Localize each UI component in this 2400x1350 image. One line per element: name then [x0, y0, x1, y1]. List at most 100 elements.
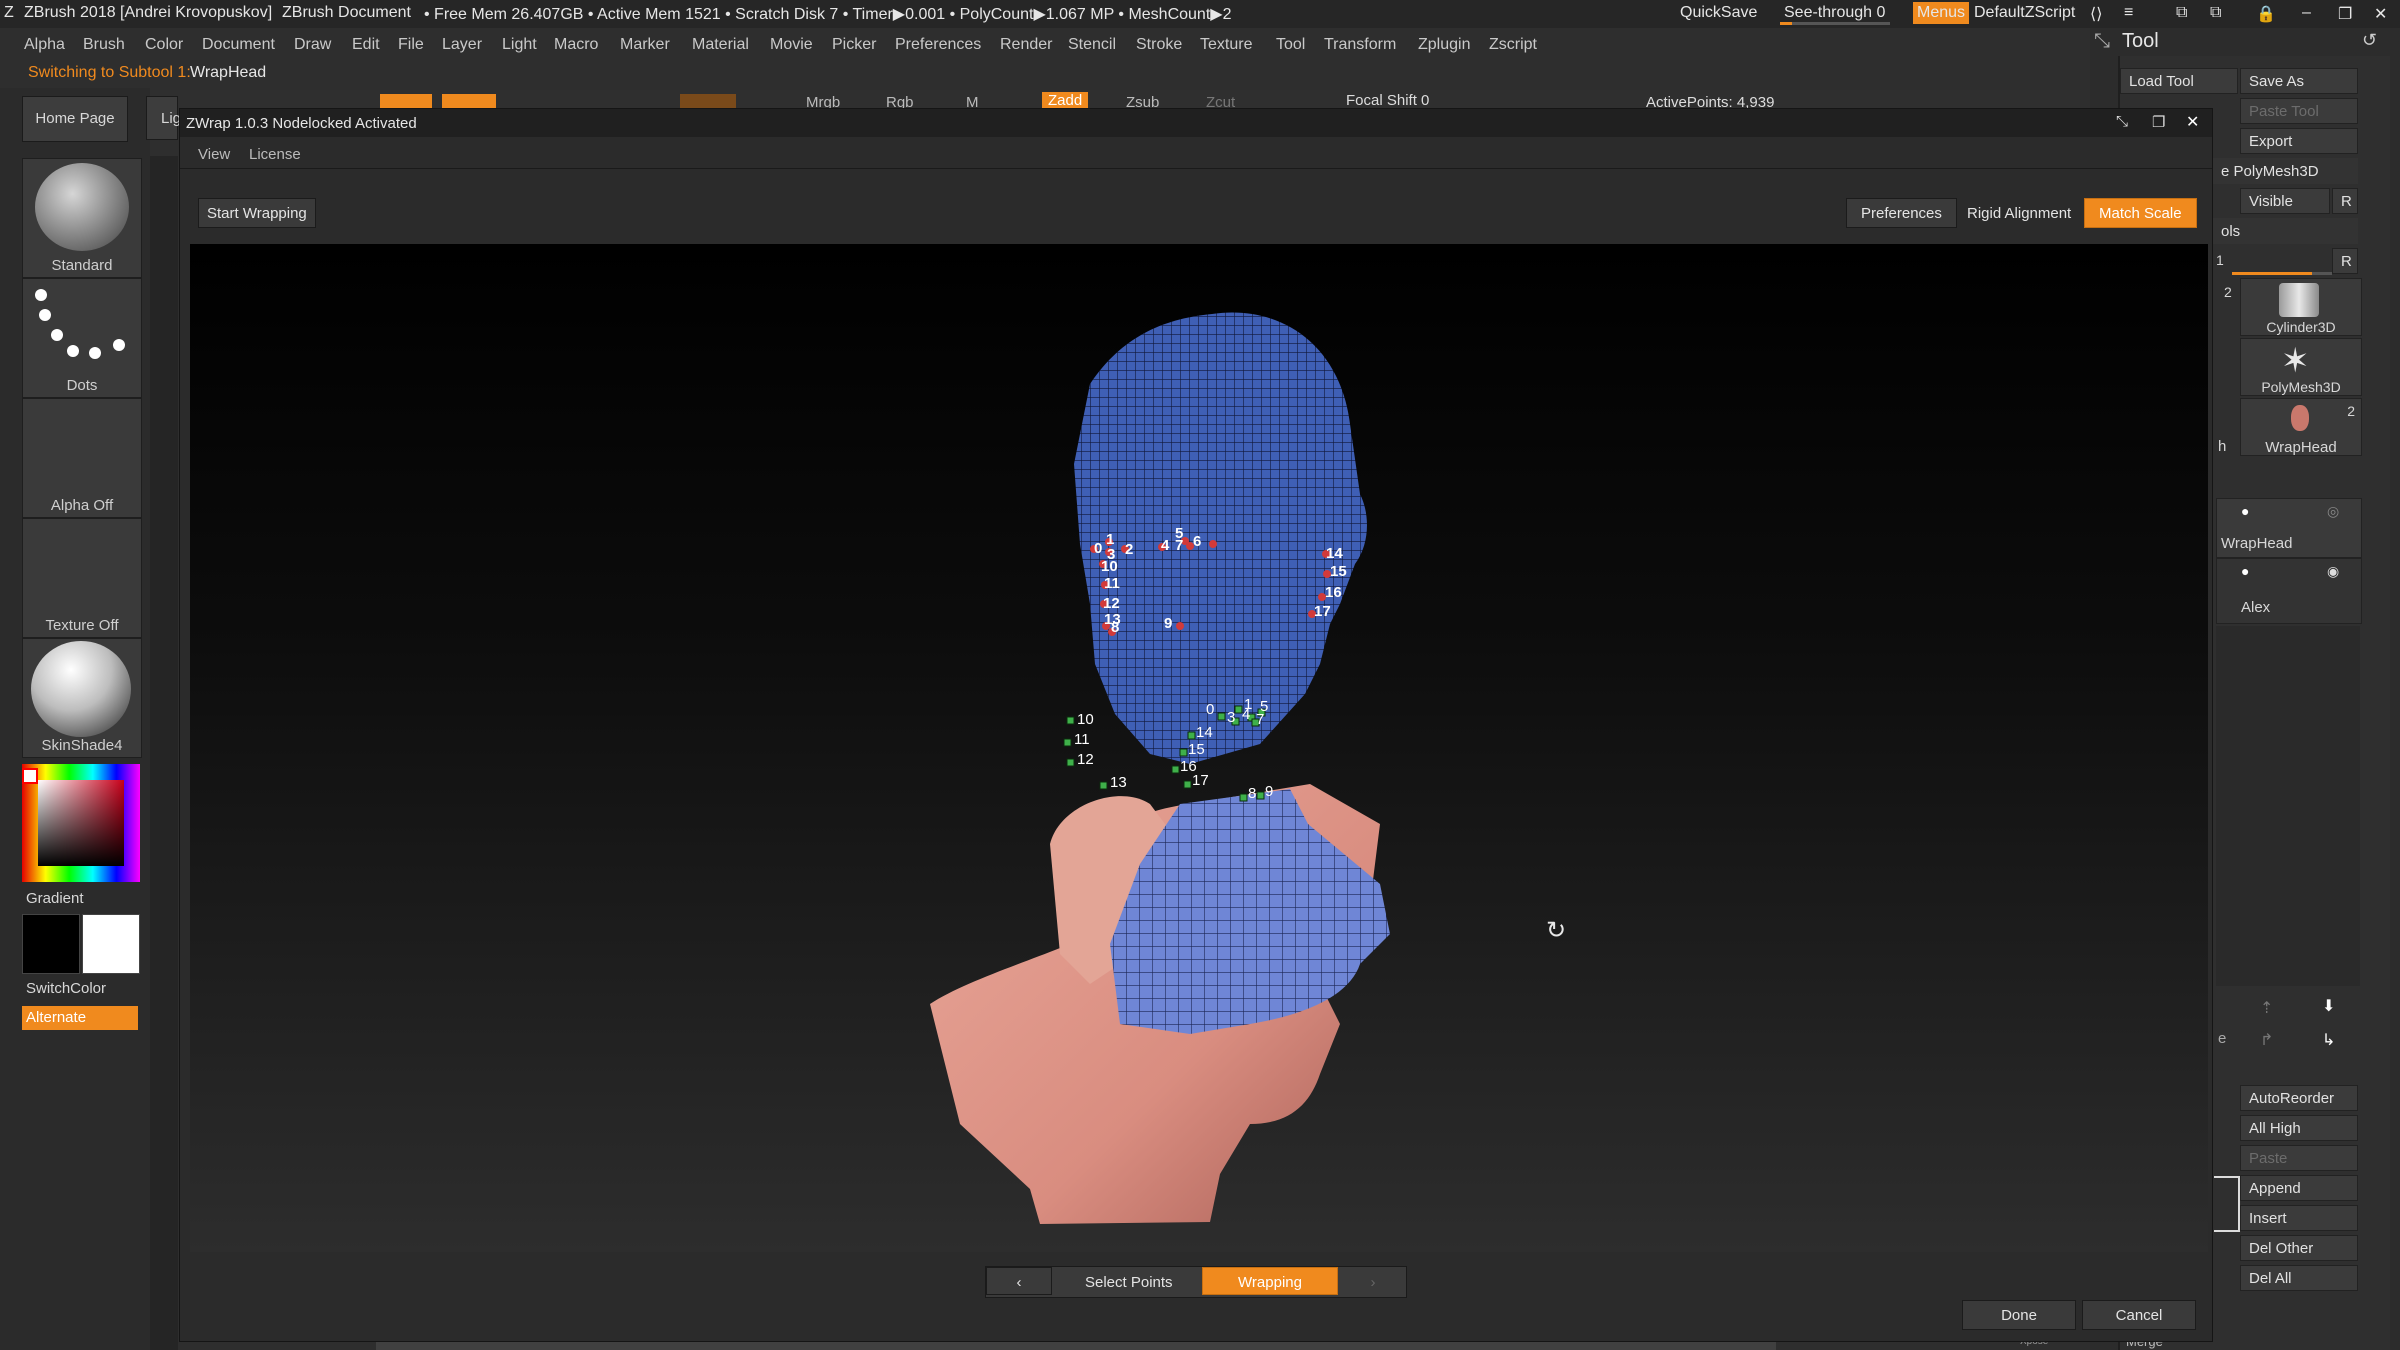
menu-marker[interactable]: Marker	[620, 36, 670, 54]
color-picker[interactable]	[22, 764, 140, 882]
select-points-step[interactable]: Select Points	[1070, 1267, 1188, 1295]
tools-header[interactable]: ols	[2212, 218, 2358, 244]
layout-icon[interactable]: ⟨⟩	[2090, 4, 2102, 24]
window-icon[interactable]: ⧉	[2176, 4, 2187, 22]
paste-button[interactable]: Paste	[2240, 1145, 2358, 1171]
wrap-viewport[interactable]: 0 1 2 3 4 5 6 7 9 8 10 11 12 13 14 15 16…	[190, 244, 2208, 1252]
subtool-toggle-icon[interactable]: ●	[2241, 503, 2249, 519]
window-icon[interactable]: ⧉	[2210, 4, 2221, 22]
menu-file[interactable]: File	[398, 36, 424, 54]
wrapping-step[interactable]: Wrapping	[1202, 1267, 1338, 1295]
alternate-button[interactable]: Alternate	[22, 1006, 138, 1030]
dialog-restore-icon[interactable]: ❐	[2152, 113, 2165, 131]
menu-brush[interactable]: Brush	[83, 36, 125, 54]
gradient-label[interactable]: Gradient	[26, 890, 84, 907]
menu-macro[interactable]: Macro	[554, 36, 598, 54]
lock-icon[interactable]: 🔒	[2256, 4, 2276, 24]
tool-slider[interactable]: 1	[2212, 248, 2332, 278]
menu-material[interactable]: Material	[692, 36, 749, 54]
wraphead-thumb[interactable]: WrapHead 2	[2240, 398, 2362, 456]
close-icon[interactable]: ✕	[2374, 4, 2387, 24]
zadd-button[interactable]: Zadd	[1042, 92, 1089, 109]
minimize-icon[interactable]: –	[2302, 4, 2311, 22]
prev-step-button[interactable]: ‹	[986, 1267, 1052, 1295]
preferences-button[interactable]: Preferences	[1846, 198, 1957, 228]
dialog-minimize-icon[interactable]: ⤡	[2116, 113, 2128, 130]
polymesh3d-button[interactable]: e PolyMesh3D	[2212, 158, 2358, 184]
paste-tool-button[interactable]: Paste Tool	[2240, 98, 2358, 124]
cylinder3d-thumb[interactable]: Cylinder3D	[2240, 278, 2362, 336]
stroke-tile[interactable]: Dots	[22, 278, 142, 398]
main-color-swatch[interactable]	[22, 914, 80, 974]
menu-tool[interactable]: Tool	[1276, 36, 1305, 54]
menu-stencil[interactable]: Stencil	[1068, 36, 1116, 54]
home-page-button[interactable]: Home Page	[22, 96, 128, 142]
focal-shift-slider[interactable]: Focal Shift 0	[1346, 92, 1429, 109]
menu-color[interactable]: Color	[145, 36, 183, 54]
polymesh3d-thumb[interactable]: ✶ PolyMesh3D	[2240, 338, 2362, 396]
cancel-button[interactable]: Cancel	[2082, 1300, 2196, 1330]
rename-icon[interactable]: ↱	[2260, 1030, 2273, 1050]
del-all-button[interactable]: Del All	[2240, 1265, 2358, 1291]
next-step-button[interactable]: ›	[1340, 1267, 1406, 1295]
menu-transform[interactable]: Transform	[1324, 36, 1396, 54]
eye-icon[interactable]: ◉	[2327, 563, 2339, 580]
subtool-wraphead[interactable]: ● ◎ WrapHead	[2216, 498, 2362, 558]
material-tile[interactable]: SkinShade4	[22, 638, 142, 758]
subtool-alex[interactable]: ● ◉ Alex	[2216, 558, 2362, 624]
insert-button[interactable]: Insert	[2240, 1205, 2358, 1231]
visible-r-button[interactable]: R	[2332, 188, 2358, 214]
menu-edit[interactable]: Edit	[352, 36, 380, 54]
texture-tile[interactable]: Texture Off	[22, 518, 142, 638]
menu-document[interactable]: Document	[202, 36, 275, 54]
see-through-slider[interactable]: See-through 0	[1784, 4, 1885, 22]
visible-button[interactable]: Visible	[2240, 188, 2330, 214]
secondary-color-swatch[interactable]	[82, 914, 140, 974]
menus-toggle[interactable]: Menus	[1913, 2, 1970, 24]
menu-picker[interactable]: Picker	[832, 36, 876, 54]
viewport-canvas[interactable]: 0 1 2 3 4 5 6 7 9 8 10 11 12 13 14 15 16…	[190, 244, 2208, 1252]
menu-zplugin[interactable]: Zplugin	[1418, 36, 1470, 54]
menu-zscript[interactable]: Zscript	[1489, 36, 1537, 54]
menu-draw[interactable]: Draw	[294, 36, 331, 54]
done-button[interactable]: Done	[1962, 1300, 2076, 1330]
alpha-tile[interactable]: Alpha Off	[22, 398, 142, 518]
menu-alpha[interactable]: Alpha	[24, 36, 65, 54]
save-as-button[interactable]: Save As	[2240, 68, 2358, 94]
palette-undock-icon[interactable]: ↺	[2362, 30, 2377, 51]
start-wrapping-button[interactable]: Start Wrapping	[198, 198, 316, 228]
eye-icon[interactable]: ◎	[2327, 503, 2339, 520]
color-field[interactable]	[38, 780, 124, 866]
all-high-button[interactable]: All High	[2240, 1115, 2358, 1141]
menu-stroke[interactable]: Stroke	[1136, 36, 1182, 54]
lightbox-button[interactable]: Lig	[146, 96, 181, 140]
bottom-scrollbar[interactable]	[376, 1342, 1776, 1350]
del-other-button[interactable]: Del Other	[2240, 1235, 2358, 1261]
append-button[interactable]: Append	[2240, 1175, 2358, 1201]
dialog-menu-license[interactable]: License	[249, 146, 301, 163]
merge-down-icon[interactable]: ↳	[2322, 1030, 2335, 1050]
move-up-icon[interactable]: ⇡	[2260, 998, 2273, 1018]
load-tool-button[interactable]: Load Tool	[2120, 68, 2238, 94]
tool-r-button[interactable]: R	[2332, 248, 2358, 274]
menu-preferences[interactable]: Preferences	[895, 36, 981, 54]
interface-icon[interactable]: ≡	[2124, 4, 2133, 22]
quicksave-button[interactable]: QuickSave	[1680, 4, 1757, 22]
subtool-toggle-icon[interactable]: ●	[2241, 563, 2249, 579]
menu-movie[interactable]: Movie	[770, 36, 813, 54]
brush-tile[interactable]: Standard	[22, 158, 142, 278]
switchcolor-button[interactable]: SwitchColor	[26, 980, 106, 997]
match-scale-button[interactable]: Match Scale	[2084, 198, 2197, 228]
export-button[interactable]: Export	[2240, 128, 2358, 154]
rigid-alignment-button[interactable]: Rigid Alignment	[1952, 198, 2086, 228]
restore-icon[interactable]: ❐	[2338, 4, 2352, 24]
move-down-icon[interactable]: ⬇	[2322, 996, 2335, 1016]
menu-texture[interactable]: Texture	[1200, 36, 1252, 54]
menu-light[interactable]: Light	[502, 36, 537, 54]
menu-render[interactable]: Render	[1000, 36, 1052, 54]
script-name[interactable]: DefaultZScript	[1974, 4, 2075, 22]
menu-layer[interactable]: Layer	[442, 36, 482, 54]
dialog-menu-view[interactable]: View	[198, 146, 230, 163]
autoreorder-button[interactable]: AutoReorder	[2240, 1085, 2358, 1111]
dialog-close-icon[interactable]: ✕	[2186, 112, 2199, 132]
